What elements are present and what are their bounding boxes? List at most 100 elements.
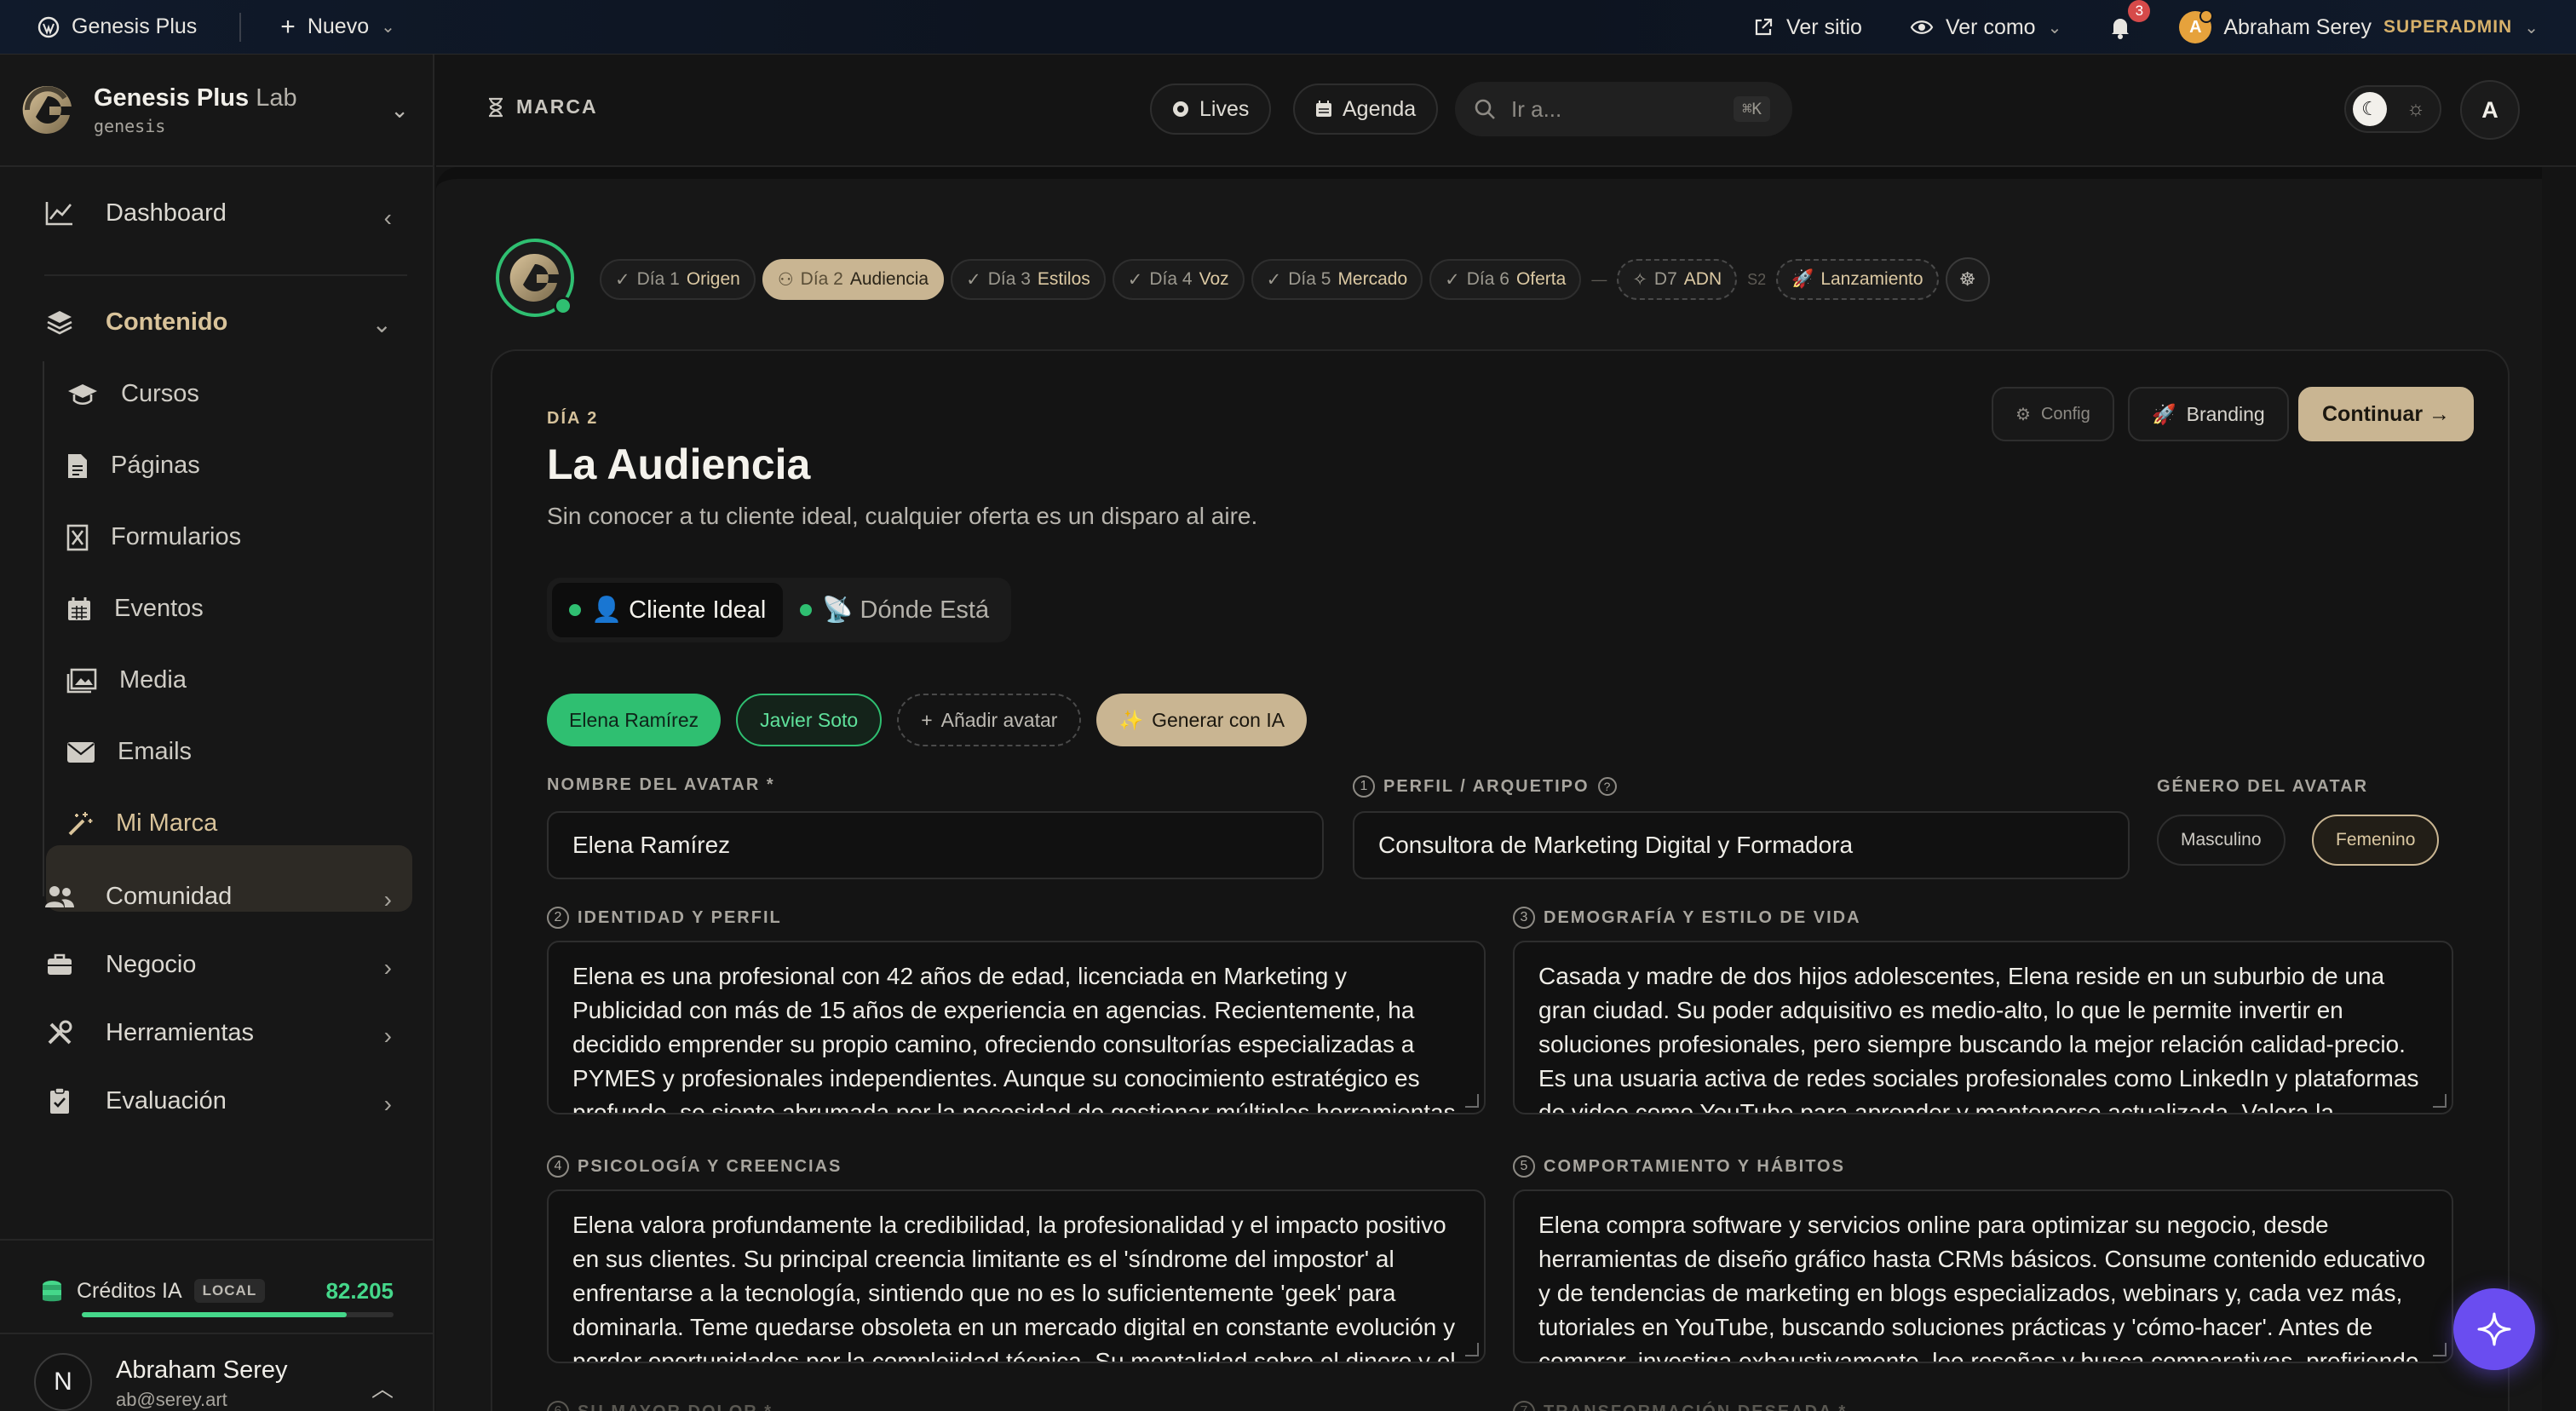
sidebar-item-mi-marca[interactable]: Mi Marca <box>66 809 217 838</box>
image-icon <box>66 668 97 694</box>
pain-label: 6SU MAYOR DOLOR * <box>547 1401 773 1411</box>
add-avatar-button[interactable]: + Añadir avatar <box>897 694 1082 746</box>
check-icon: ✓ <box>1266 269 1282 290</box>
envelope-icon <box>66 741 95 763</box>
brand-logo <box>496 239 574 317</box>
gear-icon: ⚙ <box>2015 405 2031 424</box>
avatar-chip-elena[interactable]: Elena Ramírez <box>547 694 722 746</box>
chevron-down-icon: ⌄ <box>2524 18 2539 37</box>
page-kicker: DÍA 2 <box>547 409 599 428</box>
workspace-switcher[interactable]: Genesis Plus Lab genesis ⌄ <box>0 55 433 167</box>
sidebar-item-evaluacion[interactable]: Evaluación <box>44 1086 227 1116</box>
sidebar-item-eventos[interactable]: Eventos <box>66 595 204 623</box>
plus-icon: + <box>921 708 933 731</box>
identity-textarea[interactable]: Elena es una profesional con 42 años de … <box>547 941 1486 1114</box>
view-site-link[interactable]: Ver sitio <box>1752 15 1862 40</box>
user-menu[interactable]: A Abraham Serey SUPERADMIN ⌄ <box>2179 9 2539 43</box>
sidebar-item-media[interactable]: Media <box>66 666 187 694</box>
breadcrumb: MARCA <box>487 95 598 118</box>
continue-button[interactable]: Continuar → <box>2298 387 2474 441</box>
sidebar: Genesis Plus Lab genesis ⌄ Dashboard ‹ C… <box>0 55 434 1411</box>
rocket-icon: 🚀 <box>1791 269 1814 289</box>
site-home-link[interactable]: Genesis Plus <box>37 14 197 39</box>
branding-button[interactable]: 🚀 Branding <box>2128 387 2289 441</box>
step-lanzamiento[interactable]: 🚀 Lanzamiento <box>1776 259 1939 300</box>
sparkle-icon <box>2475 1310 2513 1348</box>
status-dot <box>800 604 813 616</box>
audience-card: DÍA 2 La Audiencia Sin conocer a tu clie… <box>491 349 2510 1411</box>
config-button[interactable]: ⚙ Config <box>1992 387 2114 441</box>
ai-assistant-button[interactable] <box>2453 1288 2535 1370</box>
day-stepper: ✓ Día 1 Origen ⚇ Día 2 Audiencia ✓ Día 3 Estil… <box>600 257 1990 302</box>
credits-value: 82.205 <box>325 1278 394 1304</box>
check-icon: ✓ <box>1445 269 1460 290</box>
view-as-dropdown[interactable]: Ver como ⌄ <box>1910 15 2061 40</box>
status-dot <box>569 604 581 616</box>
bell-icon <box>2109 15 2131 39</box>
avatar-selector: Elena Ramírez Javier Soto + Añadir avatar… <box>547 694 1308 746</box>
step-number-icon: 1 <box>1353 775 1375 798</box>
workspace-slug: genesis <box>94 115 166 136</box>
notifications-button[interactable]: 3 <box>2109 0 2151 39</box>
shortcut-hint: ⌘K <box>1734 96 1770 122</box>
search-input[interactable]: Ir a... ⌘K <box>1455 82 1792 136</box>
sidebar-item-emails[interactable]: Emails <box>66 738 192 766</box>
profile-label: 1 PERFIL / ARQUETIPO ? <box>1353 775 1617 798</box>
role-badge: SUPERADMIN <box>2383 17 2513 37</box>
local-badge: LOCAL <box>193 1279 266 1303</box>
behavior-textarea[interactable]: Elena compra software y servicios online… <box>1513 1189 2453 1363</box>
theme-toggle[interactable]: ☾ ☼ <box>2344 85 2441 133</box>
chevron-right-icon: › <box>383 954 392 981</box>
sidebar-item-herramientas[interactable]: Herramientas <box>44 1017 254 1048</box>
chevron-down-icon: ⌄ <box>2047 18 2062 37</box>
divider <box>239 12 242 42</box>
lives-button[interactable]: Lives <box>1150 84 1272 135</box>
step-day-5[interactable]: ✓ Día 5 Mercado <box>1251 259 1423 300</box>
external-link-icon <box>1752 16 1774 38</box>
step-connector: — <box>1591 270 1607 288</box>
sidebar-item-paginas[interactable]: Páginas <box>66 452 200 480</box>
step-day-1[interactable]: ✓ Día 1 Origen <box>600 259 756 300</box>
avatar-chip-javier[interactable]: Javier Soto <box>736 694 883 746</box>
sidebar-item-dashboard[interactable]: Dashboard <box>44 198 227 228</box>
graduation-cap-icon <box>66 382 99 407</box>
sidebar-item-formularios[interactable]: Formularios <box>66 523 241 551</box>
tab-cliente-ideal[interactable]: 👤 Cliente Ideal <box>552 583 784 637</box>
gender-female-button[interactable]: Femenino <box>2312 815 2440 866</box>
rocket-icon: 🚀 <box>2152 402 2176 425</box>
chevron-right-icon: › <box>383 1091 392 1117</box>
sidebar-item-comunidad[interactable]: Comunidad <box>44 881 232 912</box>
step-day-6[interactable]: ✓ Día 6 Oferta <box>1429 259 1582 300</box>
check-icon: ✓ <box>1127 269 1143 290</box>
sidebar-item-cursos[interactable]: Cursos <box>66 380 199 408</box>
sidebar-item-contenido[interactable]: Contenido <box>44 307 227 337</box>
form-icon <box>66 524 89 551</box>
avatar[interactable]: A <box>2460 80 2520 140</box>
chevron-down-icon: ⌄ <box>371 311 392 337</box>
psychology-textarea[interactable]: Elena valora profundamente la credibilid… <box>547 1189 1486 1363</box>
gender-label: GÉNERO DEL AVATAR <box>2157 777 2369 796</box>
wordpress-icon <box>37 16 60 38</box>
avatar-name-field[interactable]: Elena Ramírez <box>547 811 1324 879</box>
gender-male-button[interactable]: Masculino <box>2157 815 2286 866</box>
chevron-down-icon: ⌄ <box>381 18 395 37</box>
users-icon: ⚇ <box>777 269 794 290</box>
sidebar-user-menu[interactable]: N Abraham Serey ab@serey.art ︿ <box>0 1333 434 1411</box>
step-day-4[interactable]: ✓ Día 4 Voz <box>1112 259 1245 300</box>
step-day-3[interactable]: ✓ Día 3 Estilos <box>951 259 1106 300</box>
credits-progress-bar <box>82 1312 394 1317</box>
tab-donde-esta[interactable]: 📡 Dónde Está <box>783 583 1006 637</box>
profile-field[interactable]: Consultora de Marketing Digital y Formad… <box>1353 811 2130 879</box>
sidebar-item-negocio[interactable]: Negocio <box>44 949 196 980</box>
step-d7[interactable]: ✧ D7 ADN <box>1617 259 1738 300</box>
psychology-label: 4 PSICOLOGÍA Y CREENCIAS <box>547 1155 842 1178</box>
generate-ai-button[interactable]: ✨ Generar con IA <box>1096 694 1308 746</box>
step-day-2[interactable]: ⚇ Día 2 Audiencia <box>762 259 945 300</box>
genesis-logo-icon <box>20 83 75 137</box>
agenda-button[interactable]: Agenda <box>1293 84 1439 135</box>
brain-icon[interactable]: ☸ <box>1945 257 1990 302</box>
demographics-textarea[interactable]: Casada y madre de dos hijos adolescentes… <box>1513 941 2453 1114</box>
record-icon <box>1172 101 1189 118</box>
page-subtitle: Sin conocer a tu cliente ideal, cualquie… <box>547 503 1258 529</box>
new-menu-button[interactable]: + Nuevo ⌄ <box>280 13 395 42</box>
